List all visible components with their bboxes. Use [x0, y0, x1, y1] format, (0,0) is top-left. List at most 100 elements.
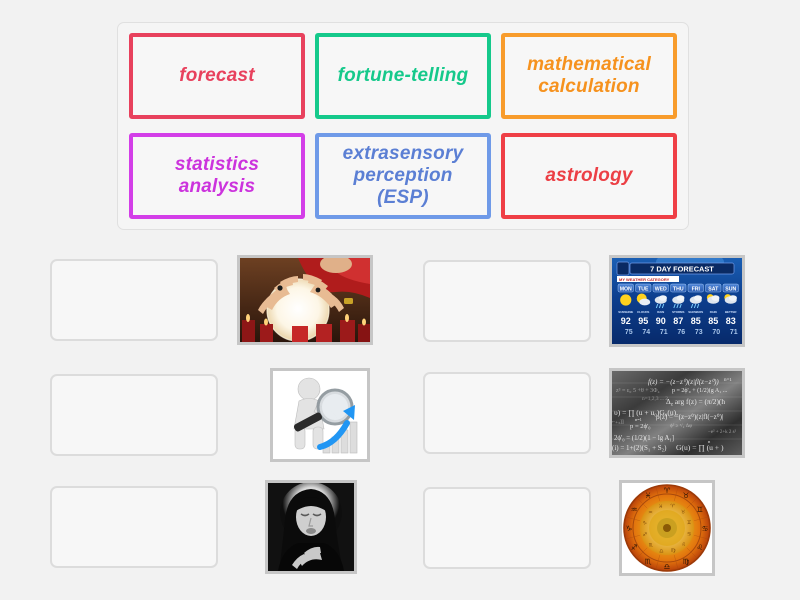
svg-text:7 DAY FORECAST: 7 DAY FORECAST: [650, 265, 714, 274]
svg-text:G(u) = ∏ (u + ): G(u) = ∏ (u + ): [676, 443, 724, 452]
svg-text:♈: ♈: [664, 486, 671, 495]
svg-text:85: 85: [708, 316, 718, 326]
svg-text:85: 85: [691, 316, 701, 326]
word-card-label: fortune-telling: [337, 65, 469, 87]
svg-text:SAT: SAT: [708, 286, 719, 292]
svg-text:92: 92: [621, 316, 631, 326]
drop-box-1[interactable]: [50, 259, 218, 341]
svg-text:♑: ♑: [642, 520, 646, 526]
svg-text:♋: ♋: [687, 532, 691, 538]
svg-text:MY WEATHER CATEGORY: MY WEATHER CATEGORY: [619, 277, 670, 282]
match-pair: f(z) = −(z−z⁰)(z|fl(z−z⁰)) n=1 z³ = ε₀ 5…: [423, 368, 745, 458]
word-card-label: mathematical calculation: [527, 54, 651, 97]
svg-text:RAIN: RAIN: [657, 310, 664, 314]
svg-text:♍: ♍: [671, 548, 676, 554]
word-card-fortune-telling[interactable]: fortune-telling: [315, 33, 491, 119]
svg-text:BETTER: BETTER: [725, 310, 737, 314]
svg-text:♍: ♍: [683, 557, 690, 566]
svg-text:MON: MON: [620, 286, 632, 292]
word-bank-row-1: forecast fortune-telling mathematical cal…: [129, 33, 677, 119]
svg-text:♊: ♊: [697, 505, 704, 514]
svg-text:SHOWERS: SHOWERS: [688, 310, 703, 314]
word-card-label: forecast: [179, 65, 255, 87]
svg-text:TUE: TUE: [638, 286, 649, 292]
svg-text:SUN: SUN: [725, 286, 736, 292]
match-pair: [50, 368, 370, 462]
word-card-label: astrology: [545, 165, 633, 187]
svg-text:p = 2ϕ'₀ + (1/2)(g A₁ ...: p = 2ϕ'₀ + (1/2)(g A₁ ...: [672, 387, 728, 394]
svg-text:−e² + 2+k 2 s²: −e² + 2+k 2 s²: [708, 429, 737, 435]
word-card-astrology[interactable]: astrology: [501, 133, 677, 219]
svg-text:71: 71: [730, 329, 738, 336]
mathematical-formulas-blackboard-image[interactable]: f(z) = −(z−z⁰)(z|fl(z−z⁰)) n=1 z³ = ε₀ 5…: [609, 368, 745, 458]
svg-text:83: 83: [726, 316, 736, 326]
crystal-ball-fortune-teller-image[interactable]: [237, 255, 373, 345]
word-card-extrasensory-perception[interactable]: extrasensory perception (ESP): [315, 133, 491, 219]
match-pair: [50, 255, 373, 345]
svg-text:♈: ♈: [670, 504, 675, 510]
svg-text:♒: ♒: [631, 505, 638, 514]
seven-day-weather-forecast-image[interactable]: 7 DAY FORECAST MY WEATHER CATEGORY MON SU…: [609, 255, 745, 347]
svg-text:73: 73: [695, 329, 703, 336]
svg-text:71: 71: [660, 329, 668, 336]
drop-box-2[interactable]: [50, 374, 218, 456]
svg-text:♒: ♒: [648, 510, 653, 516]
svg-text:THU: THU: [673, 286, 684, 292]
svg-text:⌐₊₃]]: ⌐₊₃]]: [612, 419, 624, 425]
svg-text:♐: ♐: [631, 543, 638, 552]
psychic-woman-esp-image[interactable]: [265, 480, 357, 574]
svg-text:♌: ♌: [697, 543, 704, 552]
svg-text:2ϕ'₀ = (1/2)(1 − lg A₁]: 2ϕ'₀ = (1/2)(1 − lg A₁]: [614, 435, 674, 442]
svg-text:♎: ♎: [659, 548, 664, 554]
word-card-statistics-analysis[interactable]: statistics analysis: [129, 133, 305, 219]
svg-text:RAIN: RAIN: [710, 310, 717, 314]
svg-text:90: 90: [656, 316, 666, 326]
svg-text:♊: ♊: [687, 520, 692, 526]
svg-text:SUNSHINE: SUNSHINE: [618, 310, 633, 314]
svg-text:♉: ♉: [681, 510, 686, 516]
svg-text:n=1: n=1: [635, 417, 642, 422]
svg-text:p = 2ϕ'₀: p = 2ϕ'₀: [630, 423, 651, 430]
word-card-label: statistics analysis: [174, 154, 260, 197]
svg-text:n=1,2,3 ... 2: n=1,2,3 ... 2: [642, 396, 668, 402]
svg-text:♓: ♓: [645, 491, 652, 500]
svg-text:87: 87: [673, 316, 683, 326]
svg-text:76: 76: [677, 329, 685, 336]
svg-text:♑: ♑: [626, 524, 633, 533]
word-bank-row-2: statistics analysis extrasensory perceptio…: [129, 133, 677, 219]
svg-text:f(z) = −(z−z⁰)(z|fl(z−z⁰)): f(z) = −(z−z⁰)(z|fl(z−z⁰)): [648, 378, 719, 386]
svg-text:♌: ♌: [681, 542, 685, 548]
svg-text:♋: ♋: [702, 524, 709, 533]
svg-text:n=1: n=1: [724, 378, 732, 383]
svg-text:95: 95: [638, 316, 648, 326]
svg-text:z³ = ε₀ 5 +θ + 3Φ₄: z³ = ε₀ 5 +θ + 3Φ₄: [616, 388, 660, 394]
word-card-forecast[interactable]: forecast: [129, 33, 305, 119]
svg-text:♏: ♏: [645, 557, 652, 566]
svg-text:Δz arg f(z) = (π/2)(h: Δz arg f(z) = (π/2)(h: [666, 397, 725, 408]
drop-box-6[interactable]: [423, 487, 591, 569]
svg-text:ρ(z) = −(z−z⁰)(z|fl(−z⁰)|: ρ(z) = −(z−z⁰)(z|fl(−z⁰)|: [656, 413, 723, 421]
match-pair: [50, 480, 357, 574]
svg-text:(i) = 1+(2)(S₁ + S₂): (i) = 1+(2)(S₁ + S₂): [612, 444, 667, 452]
word-card-mathematical-calculation[interactable]: mathematical calculation: [501, 33, 677, 119]
svg-text:70: 70: [712, 329, 720, 336]
svg-text:75: 75: [625, 329, 633, 336]
svg-text:CLOUDS: CLOUDS: [637, 310, 649, 314]
answer-area: 7 DAY FORECAST MY WEATHER CATEGORY MON SU…: [0, 240, 800, 590]
word-bank-panel: forecast fortune-telling mathematical cal…: [117, 22, 689, 230]
svg-text:74: 74: [642, 329, 650, 336]
drop-box-3[interactable]: [50, 486, 218, 568]
word-card-label: extrasensory perception (ESP): [342, 143, 464, 208]
drop-box-5[interactable]: [423, 372, 591, 454]
svg-text:STORMS: STORMS: [672, 310, 684, 314]
svg-text:♐: ♐: [643, 532, 647, 538]
zodiac-wheel-astrology-image[interactable]: ♈ ♉ ♊ ♋ ♌ ♍ ♎ ♏ ♐ ♑ ♒ ♓ ♈ ♉ ♊ ♋ ♌ ♍ ♎ ♏ ♐ ♑ ♒ ♓: [619, 480, 715, 576]
svg-text:ϕ² ≥ ᵃ/₂ Δφ: ϕ² ≥ ᵃ/₂ Δφ: [670, 423, 692, 429]
svg-text:FRI: FRI: [692, 286, 701, 292]
svg-text:WED: WED: [655, 286, 667, 292]
svg-text:♏: ♏: [649, 542, 654, 548]
drop-box-4[interactable]: [423, 260, 591, 342]
statistics-analysis-image[interactable]: [270, 368, 370, 462]
svg-text:♎: ♎: [664, 562, 671, 571]
match-pair: 7 DAY FORECAST MY WEATHER CATEGORY MON SU…: [423, 255, 745, 347]
